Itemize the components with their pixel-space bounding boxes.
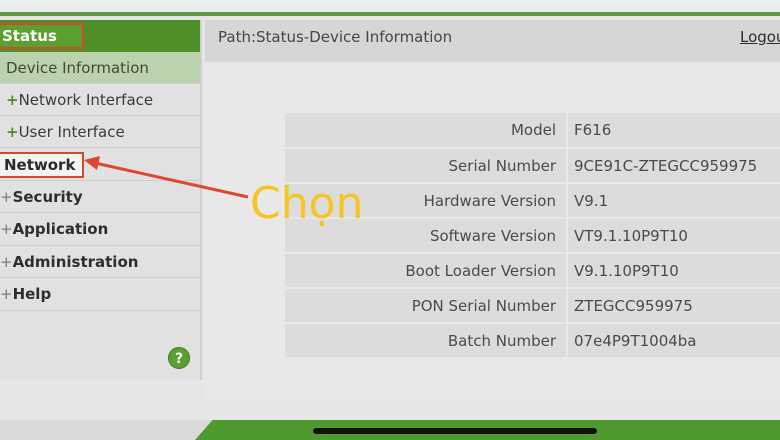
home-indicator[interactable] xyxy=(313,428,597,434)
arrow-head-icon xyxy=(84,156,100,170)
annotation-text: Chọn xyxy=(250,178,364,229)
arrow-line xyxy=(94,161,249,199)
annotation-arrow xyxy=(84,156,249,199)
